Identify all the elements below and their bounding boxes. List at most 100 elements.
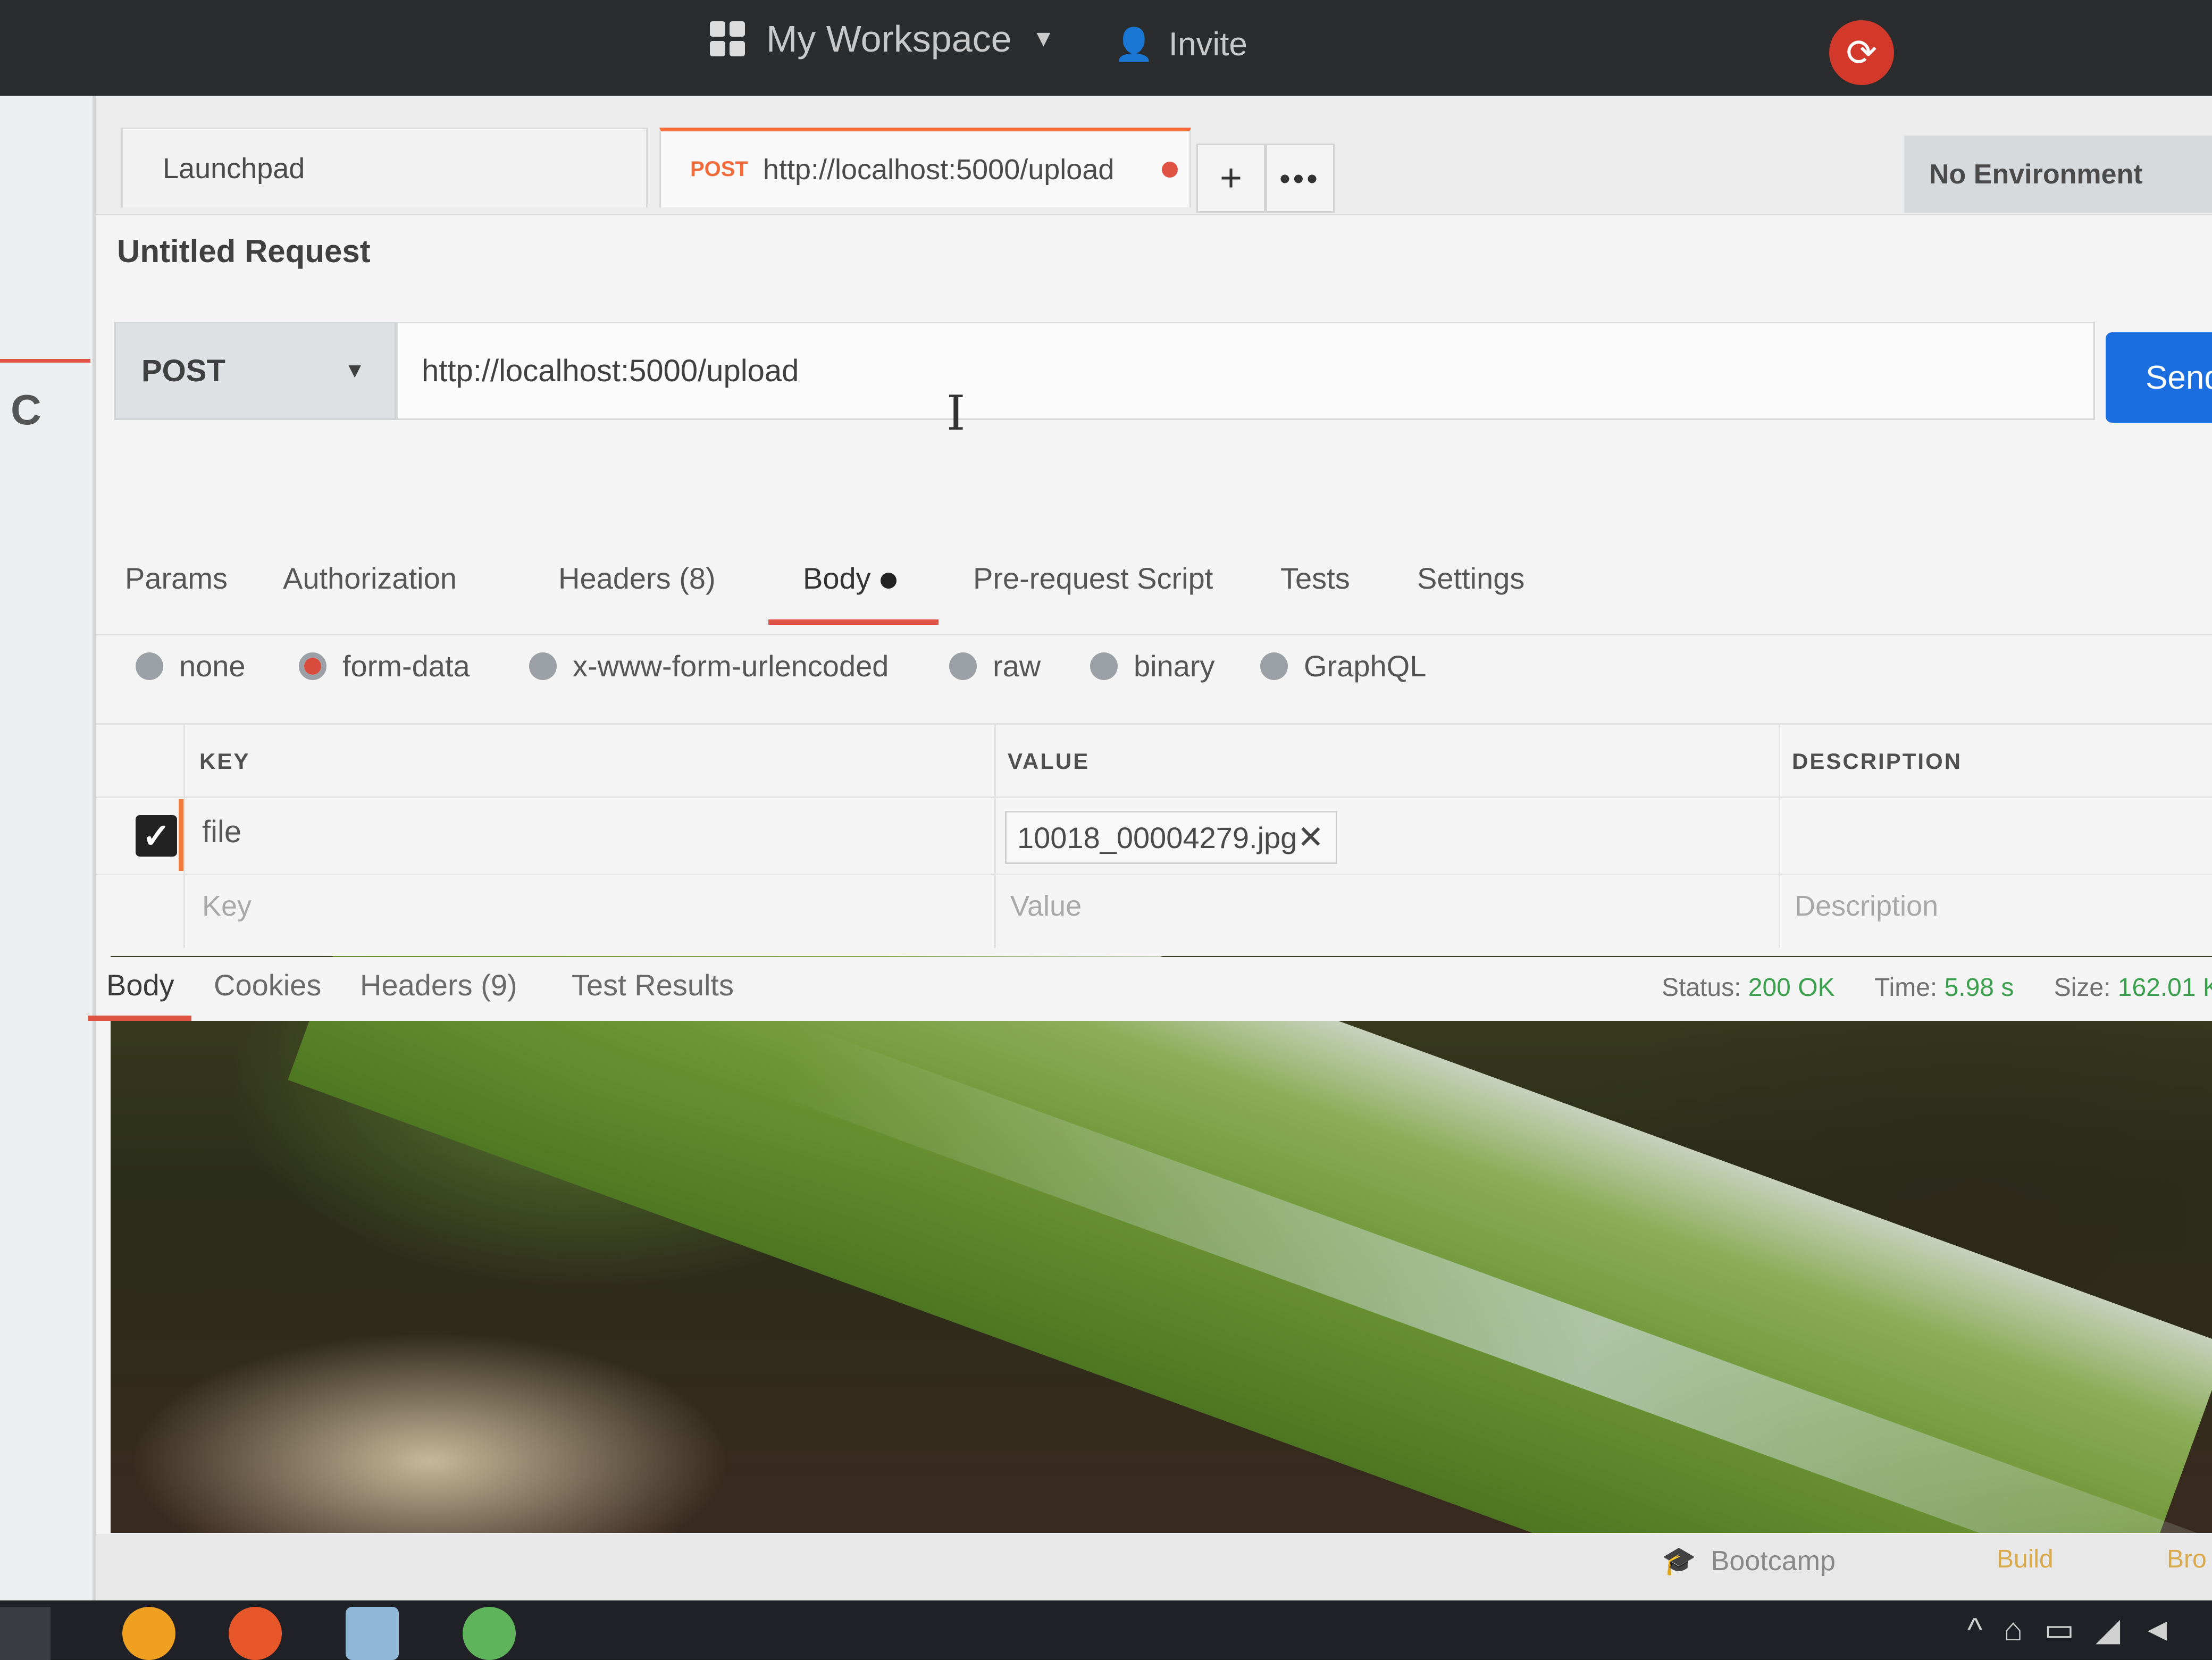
send-button[interactable]: Send <box>2106 332 2212 423</box>
value-placeholder-field[interactable]: Value <box>1010 890 1082 923</box>
response-image-preview <box>111 956 2212 1533</box>
radio-raw[interactable]: raw <box>949 649 1041 683</box>
status-footer: 🎓 Bootcamp Build Bro <box>96 1534 2212 1600</box>
tab-authorization[interactable]: Authorization <box>283 561 457 596</box>
key-placeholder-field[interactable]: Key <box>202 890 252 923</box>
radio-icon <box>1260 652 1288 680</box>
postman-app-icon[interactable] <box>229 1607 282 1660</box>
radio-icon <box>1090 652 1118 680</box>
response-tab-headers[interactable]: Headers (9) <box>360 968 517 1002</box>
invite-button[interactable]: 👤 Invite <box>1114 15 1247 73</box>
row-focus-marker <box>179 799 183 871</box>
chevron-down-icon: ▼ <box>344 359 365 382</box>
browser-app-icon[interactable] <box>463 1607 516 1660</box>
method-label: POST <box>141 354 225 388</box>
radio-label: none <box>179 649 246 683</box>
radio-form-data[interactable]: form-data <box>299 649 470 683</box>
sidebar-item[interactable]: C <box>11 385 41 434</box>
column-header-key: KEY <box>199 749 250 774</box>
radio-label: raw <box>993 649 1041 683</box>
workspace-label: My Workspace <box>766 18 1012 60</box>
method-select[interactable]: POST ▼ <box>114 322 396 420</box>
radio-none[interactable]: none <box>136 649 246 683</box>
chevron-down-icon: ▼ <box>1032 26 1055 52</box>
workspace-grid-icon <box>710 21 745 56</box>
system-tray[interactable]: ^⌂▭◢◄ <box>1967 1611 2194 1648</box>
key-field[interactable]: file <box>202 814 241 850</box>
radio-x-www-form-urlencoded[interactable]: x-www-form-urlencoded <box>529 649 889 683</box>
terminal-app-icon[interactable] <box>0 1607 51 1660</box>
tab-upload-request[interactable]: POST http://localhost:5000/upload <box>659 128 1191 207</box>
radio-label: GraphQL <box>1304 649 1427 683</box>
response-tab-body[interactable]: Body <box>106 968 174 1002</box>
radio-icon <box>529 652 557 680</box>
more-tabs-button[interactable]: ••• <box>1266 144 1335 213</box>
request-title[interactable]: Untitled Request <box>117 233 371 270</box>
radio-binary[interactable]: binary <box>1090 649 1215 683</box>
tab-label: http://localhost:5000/upload <box>763 153 1115 186</box>
browse-mode-button[interactable]: Bro <box>2167 1545 2207 1574</box>
add-user-icon: 👤 <box>1114 26 1154 62</box>
app-header: My Workspace ▼ 👤 Invite ⟳ <box>0 0 2212 96</box>
row-divider <box>96 797 2212 798</box>
environment-selector[interactable]: No Environment <box>1904 136 2212 213</box>
tab-body-label: Body <box>803 561 871 595</box>
file-value-chip[interactable]: 10018_00004279.jpg ✕ <box>1005 811 1337 864</box>
bootcamp-icon: 🎓 <box>1662 1546 1696 1577</box>
time-value: 5.98 s <box>1944 974 2014 1002</box>
time-label: Time: <box>1874 974 1938 1002</box>
size-value: 162.01 K <box>2117 974 2212 1002</box>
tab-settings[interactable]: Settings <box>1417 561 1524 596</box>
tab-label: Launchpad <box>163 152 305 185</box>
bootcamp-link[interactable]: 🎓 Bootcamp <box>1662 1545 1836 1577</box>
new-tab-button[interactable]: + <box>1196 144 1266 213</box>
response-tab-cookies[interactable]: Cookies <box>214 968 321 1002</box>
file-name: 10018_00004279.jpg <box>1017 820 1297 854</box>
column-divider <box>1779 725 1780 948</box>
file-manager-app-icon[interactable] <box>122 1607 175 1660</box>
response-tabs: Body Cookies Headers (9) Test Results St… <box>88 957 2212 1021</box>
editor-app-icon[interactable] <box>346 1607 399 1660</box>
tab-body[interactable]: Body <box>803 561 896 596</box>
os-taskbar: ^⌂▭◢◄ <box>0 1600 2212 1660</box>
remove-file-icon[interactable]: ✕ <box>1297 819 1324 856</box>
body-set-dot-icon <box>880 573 896 589</box>
radio-icon <box>949 652 977 680</box>
radio-label: form-data <box>342 649 470 683</box>
status-value: 200 OK <box>1748 974 1835 1002</box>
url-input[interactable]: http://localhost:5000/upload <box>396 322 2095 420</box>
bootcamp-label: Bootcamp <box>1711 1546 1836 1577</box>
sync-icon[interactable]: ⟳ <box>1829 20 1894 85</box>
request-subtabs: Params Authorization Headers (8) Body Pr… <box>96 545 2212 635</box>
radio-label: binary <box>1134 649 1215 683</box>
radio-graphql[interactable]: GraphQL <box>1260 649 1426 683</box>
description-placeholder-field[interactable]: Description <box>1795 890 1938 923</box>
sidebar-active-indicator <box>0 359 90 363</box>
unsaved-dot-icon <box>1162 161 1178 178</box>
tab-pre-request-script[interactable]: Pre-request Script <box>973 561 1213 596</box>
form-data-table: KEY VALUE DESCRIPTION ✓ file 10018_00004… <box>96 723 2212 948</box>
column-header-description: DESCRIPTION <box>1792 749 1963 774</box>
build-mode-button[interactable]: Build <box>1997 1545 2054 1574</box>
radio-label: x-www-form-urlencoded <box>573 649 889 683</box>
text-cursor-icon: I <box>946 385 966 441</box>
checkbox-icon[interactable]: ✓ <box>136 815 177 857</box>
radio-selected-icon <box>299 652 326 680</box>
tab-params[interactable]: Params <box>125 561 228 596</box>
response-tab-test-results[interactable]: Test Results <box>572 968 734 1002</box>
request-tabs-bar: Launchpad POST http://localhost:5000/upl… <box>96 96 2212 215</box>
active-tab-indicator <box>88 1016 191 1021</box>
response-meta: Status: 200 OK Time: 5.98 s Size: 162.01… <box>1662 973 2212 1002</box>
status-label: Status: <box>1662 974 1741 1002</box>
tab-tests[interactable]: Tests <box>1280 561 1350 596</box>
row-divider <box>96 874 2212 875</box>
request-workspace: Launchpad POST http://localhost:5000/upl… <box>88 96 2212 1600</box>
workspace-switcher[interactable]: My Workspace ▼ <box>710 10 1055 68</box>
tab-launchpad[interactable]: Launchpad <box>121 128 648 207</box>
tab-headers[interactable]: Headers (8) <box>558 561 716 596</box>
active-tab-indicator <box>768 619 939 625</box>
column-header-value: VALUE <box>1008 749 1090 774</box>
radio-icon <box>136 652 163 680</box>
sidebar: C <box>0 96 96 1600</box>
tab-method: POST <box>690 157 748 181</box>
